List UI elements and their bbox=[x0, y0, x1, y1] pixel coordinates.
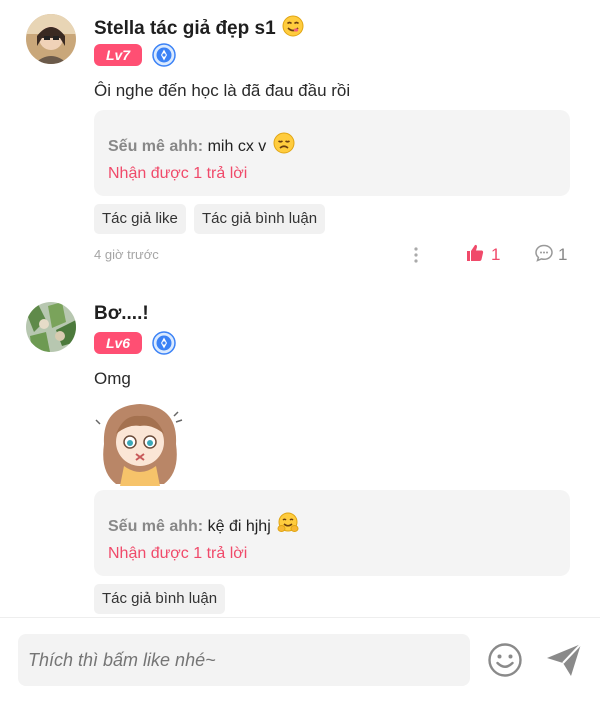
thumbs-up-icon bbox=[465, 243, 485, 268]
timestamp: 4 giờ trước bbox=[94, 247, 159, 262]
username-text: Stella tác giả đẹp s1 bbox=[94, 18, 276, 39]
avatar[interactable] bbox=[26, 302, 76, 352]
author-like-tag: Tác giả like bbox=[94, 204, 186, 234]
username[interactable]: Bơ....! bbox=[94, 303, 149, 325]
reply-preview[interactable]: Sếu mê ahh: mih cx v Nhận được 1 trả lời bbox=[94, 110, 570, 196]
author-comment-tag: Tác giả bình luận bbox=[194, 204, 326, 234]
comment-input-bar bbox=[0, 617, 600, 702]
username[interactable]: Stella tác giả đẹp s1 bbox=[94, 15, 304, 43]
anime-girl-sticker[interactable] bbox=[94, 394, 186, 486]
reply-text: mih cx v bbox=[207, 138, 267, 155]
comment-text: Omg bbox=[94, 369, 131, 388]
emoji-picker-icon[interactable] bbox=[487, 642, 523, 678]
reply-line: Sếu mê ahh: mih cx v bbox=[108, 132, 295, 159]
reply-button[interactable]: 1 bbox=[534, 244, 567, 266]
comment-item: Stella tác giả đẹp s1 Lv7 Ôi nghe đến họ… bbox=[0, 0, 600, 280]
vip-badge-icon bbox=[152, 331, 176, 355]
hugging-emoji-icon bbox=[277, 512, 299, 539]
reply-author: Sếu mê ahh: bbox=[108, 138, 204, 155]
reply-preview[interactable]: Sếu mê ahh: kệ đi hjhj Nhận được 1 trả l… bbox=[94, 490, 570, 576]
more-options-icon[interactable] bbox=[413, 246, 419, 264]
author-comment-tag: Tác giả bình luận bbox=[94, 584, 226, 614]
reply-text: kệ đi hjhj bbox=[207, 518, 271, 535]
reply-count-link[interactable]: Nhận được 1 trả lời bbox=[108, 165, 247, 183]
comment-bubble-icon bbox=[534, 243, 554, 268]
like-button[interactable]: 1 bbox=[465, 244, 500, 266]
yum-emoji-icon bbox=[282, 15, 304, 43]
reply-count-link[interactable]: Nhận được 1 trả lời bbox=[108, 545, 247, 563]
comment-text: Ôi nghe đến học là đã đau đầu rồi bbox=[94, 81, 351, 100]
disappointed-emoji-icon bbox=[273, 132, 295, 159]
like-count: 1 bbox=[491, 245, 501, 264]
comment-input[interactable] bbox=[18, 634, 470, 686]
reply-author: Sếu mê ahh: bbox=[108, 518, 204, 535]
reply-count-number: 1 bbox=[558, 245, 568, 264]
level-badge: Lv7 bbox=[94, 44, 142, 66]
level-badge: Lv6 bbox=[94, 332, 142, 354]
comment-item: Bơ....! Lv6 Omg Sếu mê ahh: kệ đi hjhj N… bbox=[0, 288, 600, 617]
avatar[interactable] bbox=[26, 14, 76, 64]
send-icon[interactable] bbox=[545, 642, 583, 678]
reply-line: Sếu mê ahh: kệ đi hjhj bbox=[108, 512, 299, 539]
vip-badge-icon bbox=[152, 43, 176, 67]
divider bbox=[0, 280, 600, 288]
